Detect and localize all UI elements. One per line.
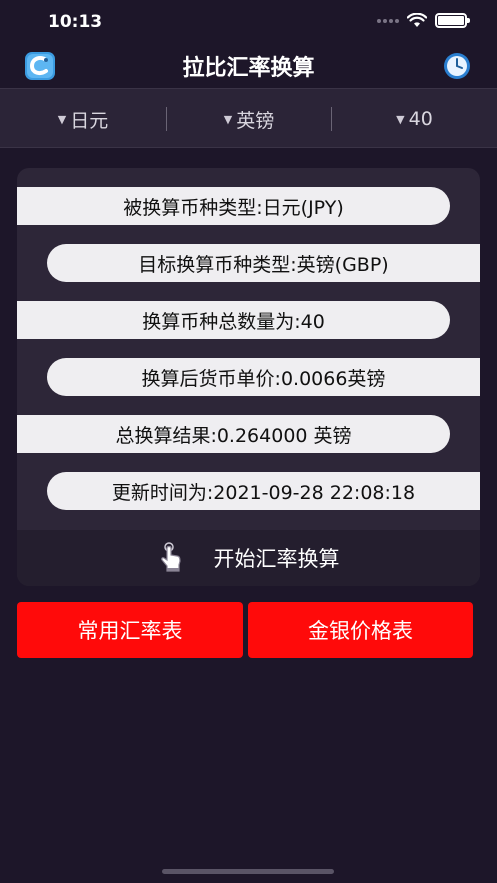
unit-price-row: 换算后货币单价:0.0066英镑 <box>47 358 480 396</box>
tap-hand-icon <box>160 542 181 572</box>
amount-dropdown[interactable]: ▼ 40 <box>332 89 497 149</box>
caret-down-icon: ▼ <box>223 112 233 126</box>
status-icons <box>377 13 470 28</box>
caret-down-icon: ▼ <box>396 112 405 126</box>
page-title: 拉比汇率换算 <box>182 56 315 81</box>
from-currency-value: 日元 <box>70 109 109 132</box>
wifi-icon <box>407 13 427 27</box>
gold-silver-prices-button[interactable]: 金银价格表 <box>248 602 473 658</box>
nav-bar: 拉比汇率换算 <box>0 46 497 86</box>
target-type-row: 目标换算币种类型:英镑(GBP) <box>47 244 480 282</box>
signal-dots-icon <box>377 18 399 23</box>
source-type-row: 被换算币种类型:日元(JPY) <box>17 187 450 225</box>
caret-down-icon: ▼ <box>57 112 67 126</box>
result-card: 被换算币种类型:日元(JPY) 目标换算币种类型:英镑(GBP) 换算币种总数量… <box>17 168 480 586</box>
currency-selector-bar: ▼ 日元 ▼ 英镑 ▼ 40 <box>0 88 497 148</box>
start-conversion-label: 开始汇率换算 <box>213 547 340 571</box>
to-currency-value: 英镑 <box>236 109 275 132</box>
to-currency-dropdown[interactable]: ▼ 英镑 <box>166 89 332 149</box>
status-bar: 10:13 <box>0 0 497 46</box>
common-rates-button[interactable]: 常用汇率表 <box>17 602 243 658</box>
update-time-row: 更新时间为:2021-09-28 22:08:18 <box>47 472 480 510</box>
total-result-row: 总换算结果:0.264000 英镑 <box>17 415 450 453</box>
status-time: 10:13 <box>48 12 103 32</box>
clock-icon[interactable] <box>442 51 472 81</box>
start-conversion-button[interactable]: 开始汇率换算 <box>17 530 480 586</box>
amount-row: 换算币种总数量为:40 <box>17 301 450 339</box>
home-indicator <box>162 869 334 874</box>
battery-icon <box>435 13 470 28</box>
amount-value: 40 <box>408 108 433 130</box>
from-currency-dropdown[interactable]: ▼ 日元 <box>0 89 166 149</box>
